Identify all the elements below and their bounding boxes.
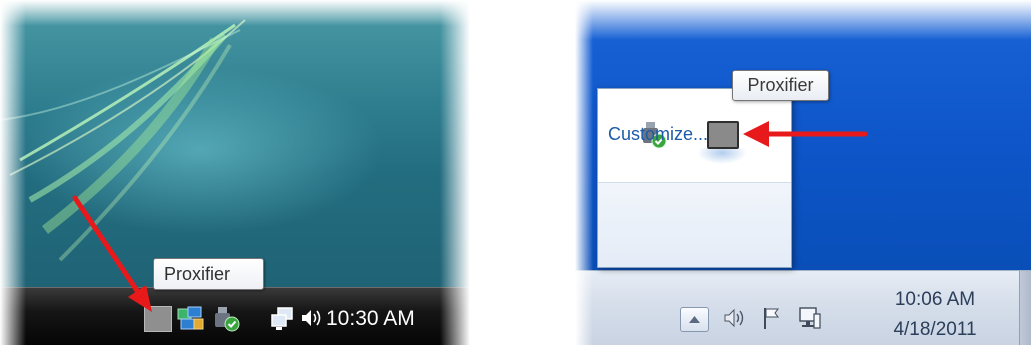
win7-screenshot: Customize... 10:06 AM 4/18/2011 Proxifie… <box>575 0 1031 345</box>
annotation-arrow-left <box>72 195 152 312</box>
proxifier-tooltip: Proxifier <box>153 258 264 290</box>
annotation-arrow-right <box>743 121 868 147</box>
proxifier-tooltip: Proxifier <box>732 70 829 101</box>
vista-screenshot: 10:30 AM Proxifier <box>0 0 470 345</box>
